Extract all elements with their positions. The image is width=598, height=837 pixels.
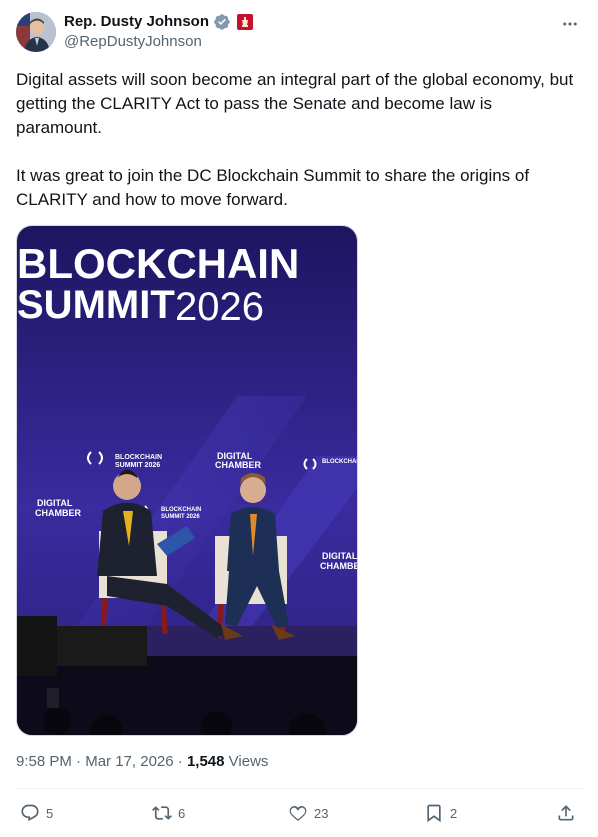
- author-name-row: Rep. Dusty Johnson: [64, 12, 254, 32]
- banner-line1: BLOCKCHAIN: [17, 240, 299, 287]
- backdrop-chamber-3a: DIGITAL: [322, 551, 358, 561]
- bookmark-count: 2: [450, 805, 458, 821]
- bookmark-button[interactable]: 2: [424, 801, 457, 825]
- banner-line2: SUMMIT: [17, 283, 175, 327]
- backdrop-logo-2a: BLOCKCHAIN: [322, 459, 358, 465]
- divider: [16, 788, 582, 789]
- backdrop-chamber-2b: CHAMBER: [35, 508, 81, 518]
- verified-badge-icon[interactable]: [213, 13, 231, 31]
- backdrop-logo-3a: BLOCKCHAIN: [161, 507, 201, 513]
- share-icon: [558, 805, 574, 821]
- reply-button[interactable]: 5: [20, 801, 53, 825]
- views-label: Views: [224, 753, 269, 770]
- more-icon[interactable]: [558, 12, 582, 36]
- author-handle[interactable]: @RepDustyJohnson: [64, 32, 202, 52]
- like-count: 23: [314, 805, 329, 821]
- backdrop-chamber-3b: CHAMBER: [320, 561, 358, 571]
- repost-icon: [152, 806, 172, 820]
- tweet-text: Digital assets will soon become an integ…: [16, 70, 574, 209]
- reply-icon: [21, 804, 39, 822]
- tweet-meta: 9:58 PM · Mar 17, 2026 · 1,548 Views: [16, 752, 268, 772]
- tweet-photo[interactable]: BLOCKCHAIN SUMMIT 2026 BLOCKCHAIN SUMMIT…: [16, 225, 358, 736]
- action-bar: 5 6 23 2: [16, 801, 582, 825]
- banner-year: 2026: [175, 285, 264, 329]
- views-count[interactable]: 1,548: [187, 752, 225, 772]
- backdrop-chamber-1b: CHAMBER: [215, 460, 261, 470]
- author-display-name[interactable]: Rep. Dusty Johnson: [64, 12, 209, 32]
- affiliation-icon[interactable]: [237, 14, 254, 30]
- tweet-time[interactable]: 9:58 PM: [16, 752, 72, 772]
- meta-separator: ·: [71, 753, 86, 770]
- tweet: Rep. Dusty Johnson @RepDustyJohnson Digi…: [0, 0, 598, 837]
- backdrop-logo-3b: SUMMIT 2026: [161, 514, 200, 520]
- repost-count: 6: [178, 805, 186, 821]
- meta-separator: ·: [173, 753, 187, 770]
- like-icon: [289, 805, 307, 821]
- share-button[interactable]: [556, 801, 576, 825]
- backdrop-logo-1a: BLOCKCHAIN: [115, 454, 162, 461]
- backdrop-chamber-2a: DIGITAL: [37, 498, 73, 508]
- avatar[interactable]: [16, 12, 56, 52]
- tweet-date[interactable]: Mar 17, 2026: [85, 752, 173, 772]
- backdrop-logo-1b: SUMMIT 2026: [115, 462, 160, 469]
- bookmark-icon: [427, 804, 441, 823]
- like-button[interactable]: 23: [288, 801, 328, 825]
- repost-button[interactable]: 6: [152, 801, 185, 825]
- reply-count: 5: [46, 805, 54, 821]
